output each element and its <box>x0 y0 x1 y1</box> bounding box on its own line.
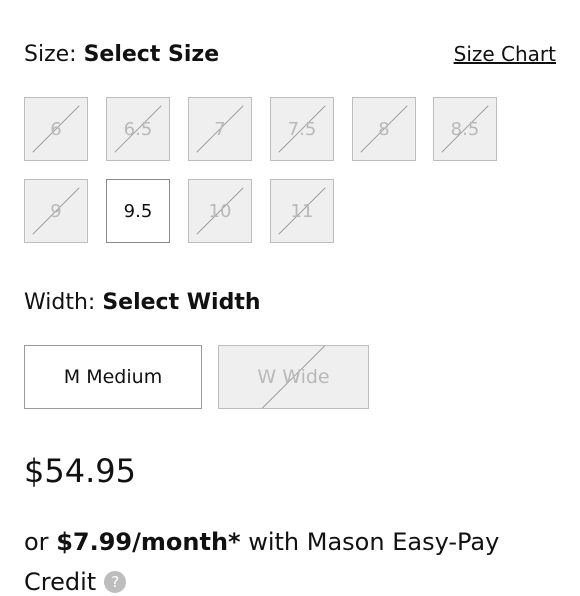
size-option-label: 7.5 <box>287 118 317 140</box>
size-option-label: 9.5 <box>123 200 153 222</box>
financing-amount: $7.99/month* <box>56 528 241 556</box>
size-option-label: 10 <box>208 200 232 222</box>
size-option-7.5[interactable]: 7.5 <box>270 97 334 161</box>
size-option-7[interactable]: 7 <box>188 97 252 161</box>
size-option-8.5[interactable]: 8.5 <box>433 97 497 161</box>
size-option-label: 8.5 <box>450 118 480 140</box>
width-option-medium[interactable]: M Medium <box>24 345 202 409</box>
info-icon[interactable]: ? <box>104 571 127 593</box>
financing-suffix: with Mason Easy-Pay <box>248 528 500 556</box>
financing-offer: or $7.99/month* with Mason Easy-Pay <box>24 528 499 556</box>
size-option-9[interactable]: 9 <box>24 179 88 243</box>
size-option-9.5[interactable]: 9.5 <box>106 179 170 243</box>
size-label-text: Size: <box>24 42 77 67</box>
size-option-6[interactable]: 6 <box>24 97 88 161</box>
size-option-label: 11 <box>290 200 314 222</box>
width-option-label: M Medium <box>63 366 163 388</box>
size-option-8[interactable]: 8 <box>352 97 416 161</box>
size-header: Size: Select Size Size Chart <box>24 40 556 72</box>
size-option-11[interactable]: 11 <box>270 179 334 243</box>
financing-credit-line: Credit ? <box>24 568 127 596</box>
size-chart-link[interactable]: Size Chart <box>454 42 556 66</box>
size-option-6.5[interactable]: 6.5 <box>106 97 170 161</box>
size-option-label: 7 <box>214 118 226 140</box>
width-selected-value: Select Width <box>102 290 261 315</box>
product-price: $54.95 <box>24 452 136 490</box>
financing-prefix: or <box>24 528 49 556</box>
size-selected-value: Select Size <box>83 42 220 67</box>
size-option-label: 6 <box>50 118 62 140</box>
size-option-label: 8 <box>378 118 390 140</box>
size-option-label: 9 <box>50 200 62 222</box>
size-option-10[interactable]: 10 <box>188 179 252 243</box>
width-label-text: Width: <box>24 290 96 315</box>
size-option-label: 6.5 <box>123 118 153 140</box>
financing-credit-text: Credit <box>24 568 97 596</box>
width-header: Width: Select Width <box>24 290 261 315</box>
size-label: Size: Select Size <box>24 42 219 67</box>
width-option-wide[interactable]: W Wide <box>218 345 369 409</box>
width-option-label: W Wide <box>257 366 330 388</box>
